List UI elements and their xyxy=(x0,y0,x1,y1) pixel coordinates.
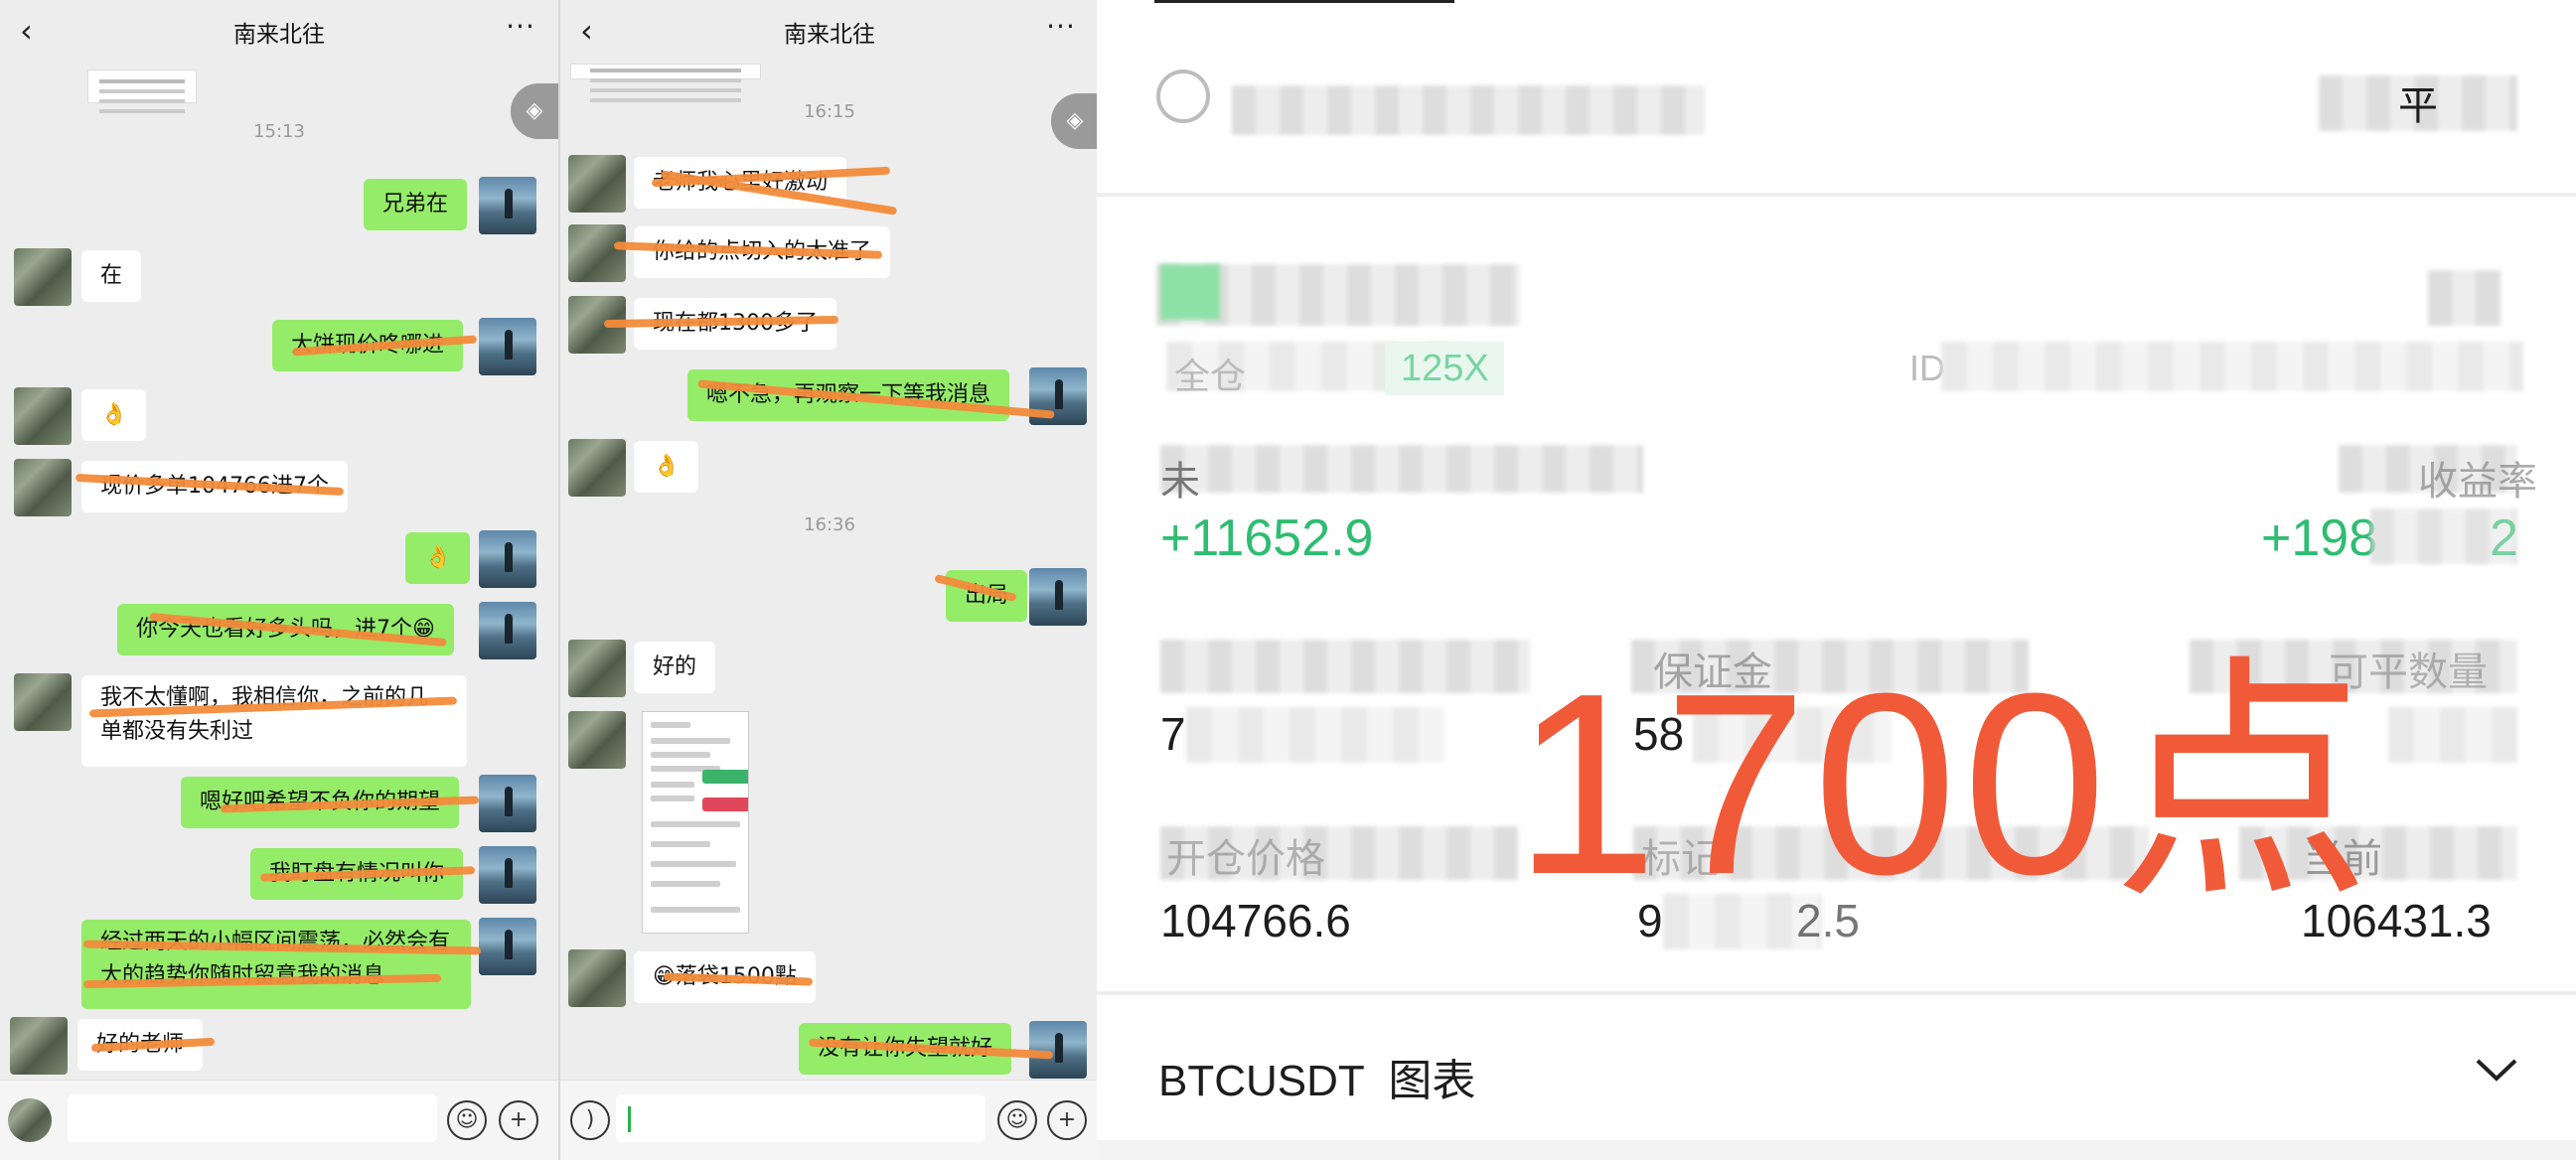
divider xyxy=(1097,193,2576,197)
unrealized-pnl-label: 未 xyxy=(1160,460,1200,504)
chart-toggle-label[interactable]: BTCUSDT 图表 xyxy=(1158,1045,1475,1108)
chat-window-left: ‹ 南来北往 ··· ◈ 15:13 兄弟在 在 大饼现价咚哪进 👌 现价多单1… xyxy=(0,0,558,1160)
message-bubble[interactable]: 我不太懂啊，我相信你，之前的几单都没有失利过 xyxy=(81,675,467,767)
chat-window-middle: ‹ 南来北往 ··· ◈ 16:15 老师我心里好激动 你给的点切入的太准了 现… xyxy=(558,0,1099,1160)
emoji-icon[interactable]: ☺ xyxy=(997,1100,1037,1140)
blurred-text xyxy=(2428,270,2501,326)
chat-header: ‹ 南来北往 ··· xyxy=(0,0,558,64)
back-icon[interactable]: ‹ xyxy=(20,14,52,48)
tab-indicator xyxy=(1154,0,1454,3)
timestamp: 16:36 xyxy=(804,514,855,535)
avatar[interactable] xyxy=(10,1017,68,1075)
message-bubble[interactable]: 经过两天的小幅区间震荡，必然会有大的趋势你随时留意我的消息 xyxy=(81,920,471,1009)
voice-avatar-icon[interactable] xyxy=(8,1098,52,1142)
timestamp: 16:15 xyxy=(804,101,855,122)
avatar[interactable] xyxy=(479,602,536,659)
screenshot-image[interactable] xyxy=(642,711,749,934)
avatar[interactable] xyxy=(14,248,72,306)
direction-tag xyxy=(1160,264,1220,320)
message-bubble[interactable]: 👌 xyxy=(634,441,699,493)
chevron-down-icon[interactable] xyxy=(2474,1047,2519,1092)
blurred-label xyxy=(1160,445,1643,493)
image-thumbnail[interactable] xyxy=(87,70,197,103)
blurred-value xyxy=(2388,707,2517,763)
image-thumbnail[interactable] xyxy=(570,64,761,79)
unrealized-pnl-value: +11652.9 xyxy=(1160,509,1374,567)
chat-title: 南来北往 xyxy=(233,22,325,48)
blurred-id xyxy=(1941,342,2523,391)
more-icon[interactable]: ··· xyxy=(501,10,540,50)
message-bubble[interactable]: 👌 xyxy=(405,532,471,584)
leverage-value: 125X xyxy=(1401,348,1489,389)
avatar[interactable] xyxy=(568,439,626,497)
chat-title: 南来北往 xyxy=(784,22,875,48)
open-price-value: 104766.6 xyxy=(1160,895,1351,946)
message-bubble[interactable]: 兄弟在 xyxy=(364,179,468,230)
amount-value: 7 xyxy=(1160,708,1186,760)
blurred-value xyxy=(1186,707,1444,763)
open-price-label: 开仓价格 xyxy=(1166,837,1325,881)
avatar[interactable] xyxy=(14,459,72,516)
voice-icon[interactable]: ) xyxy=(570,1100,610,1140)
message-input[interactable] xyxy=(616,1094,985,1142)
chat-input-bar: ☺ + xyxy=(0,1080,558,1160)
avatar[interactable] xyxy=(479,530,536,588)
timestamp: 15:13 xyxy=(253,121,305,142)
return-rate-label: 收益率 xyxy=(2418,460,2537,504)
bottom-spacer xyxy=(1097,1140,2576,1160)
message-bubble[interactable]: 在 xyxy=(81,250,142,302)
trade-position-panel: 平 全仓 125X ID 未 收益率 +11652.9 +198 2 保证金 可… xyxy=(1097,0,2576,1160)
plus-icon[interactable]: + xyxy=(499,1100,538,1140)
return-rate-tail: 2 xyxy=(2490,509,2518,567)
more-icon[interactable]: ··· xyxy=(1041,10,1081,50)
avatar[interactable] xyxy=(1029,568,1087,626)
avatar[interactable] xyxy=(479,846,536,904)
chat-header: ‹ 南来北往 ··· xyxy=(560,0,1099,64)
message-input[interactable] xyxy=(68,1094,437,1142)
return-rate-value: +198 xyxy=(2261,509,2378,567)
avatar[interactable] xyxy=(568,711,626,769)
text-cursor xyxy=(628,1106,631,1132)
chat-input-bar: ) ☺ + xyxy=(560,1080,1099,1160)
message-bubble[interactable]: 👌 xyxy=(81,389,147,441)
divider xyxy=(1097,991,2576,995)
plus-icon[interactable]: + xyxy=(1047,1100,1087,1140)
emoji-icon[interactable]: ☺ xyxy=(447,1100,487,1140)
avatar[interactable] xyxy=(479,918,536,975)
profit-points-overlay: 1700点 xyxy=(1514,641,2377,929)
avatar[interactable] xyxy=(568,155,626,213)
margin-mode-label: 全仓 xyxy=(1174,356,1247,396)
blurred-text xyxy=(1232,85,1705,135)
avatar[interactable] xyxy=(568,949,626,1007)
blurred-label xyxy=(1160,640,1530,693)
message-bubble[interactable]: 好的 xyxy=(634,642,716,693)
close-position-label[interactable]: 平 xyxy=(2398,73,2438,131)
back-icon[interactable]: ‹ xyxy=(580,14,612,48)
select-circle-icon[interactable] xyxy=(1156,70,1210,123)
avatar[interactable] xyxy=(568,640,626,697)
avatar[interactable] xyxy=(479,318,536,375)
avatar[interactable] xyxy=(14,387,72,445)
avatar[interactable] xyxy=(14,673,72,731)
avatar[interactable] xyxy=(568,224,626,282)
id-label: ID xyxy=(1909,348,1945,388)
avatar[interactable] xyxy=(479,775,536,832)
avatar[interactable] xyxy=(479,177,536,234)
